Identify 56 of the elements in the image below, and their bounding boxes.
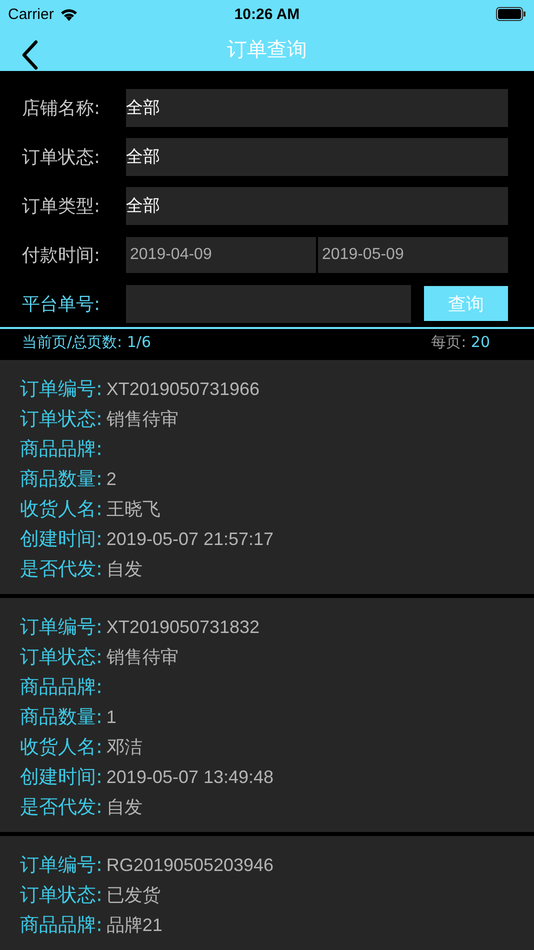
field-value: 王晓飞: [106, 498, 160, 521]
field-label: 订单编号:: [20, 853, 102, 878]
field-label: 订单状态:: [20, 645, 102, 670]
field-label: 订单编号:: [20, 377, 102, 402]
field-label: 商品品牌:: [20, 437, 102, 462]
field-value: RG20190505203946: [106, 854, 274, 876]
field-label: 订单状态:: [20, 883, 102, 908]
field-label: 订单状态:: [22, 146, 102, 169]
input-field[interactable]: [126, 284, 411, 323]
field-value: 自发: [106, 796, 142, 819]
battery-icon: [496, 7, 526, 21]
field-label: 订单状态:: [20, 407, 102, 432]
select-field[interactable]: 全部: [126, 88, 508, 127]
field-label: 创建时间:: [20, 765, 102, 790]
wifi-icon: [60, 8, 78, 20]
select-field[interactable]: 全部: [126, 186, 508, 225]
field-value: XT2019050731966: [106, 378, 260, 400]
field-value: 销售待审: [106, 408, 178, 431]
order-card[interactable]: 订单编号: XT2019050731966 订单状态: 销售待审 商品品牌: 商品数量: 2 收货人名: 王晓飞 创建时间: 2019-05-07 21:57:17 是否代发: 自发: [0, 360, 534, 594]
field-label: 商品数量:: [20, 705, 102, 730]
field-label: 收货人名:: [20, 735, 102, 760]
date-field[interactable]: 2019-04-09: [126, 236, 316, 273]
field-label: 商品品牌:: [20, 913, 102, 938]
field-label: 收货人名:: [20, 497, 102, 522]
field-value: 2019-05-07 21:57:17: [106, 528, 274, 550]
field-value: 1: [106, 706, 116, 728]
field-value: 2: [106, 468, 116, 490]
field-value: 已发货: [106, 884, 160, 907]
field-value: 邓洁: [106, 736, 142, 759]
field-label: 商品品牌:: [20, 675, 102, 700]
field-value: 自发: [106, 558, 142, 581]
field-value: 2019-05-07 13:49:48: [106, 766, 274, 788]
field-label: 是否代发:: [20, 557, 102, 582]
field-label: 商品数量:: [20, 467, 102, 492]
page-size-label: 每页:: [431, 333, 466, 352]
page-count: 1/6: [126, 333, 152, 352]
clock-text: 10:26 AM: [234, 6, 300, 22]
order-card[interactable]: 订单编号: RG20190505203946 订单状态: 已发货 商品品牌: 品牌21: [0, 836, 534, 950]
select-field[interactable]: 全部: [126, 138, 508, 176]
order-card[interactable]: 订单编号: XT2019050731832 订单状态: 销售待审 商品品牌: 商品数量: 1 收货人名: 邓洁 创建时间: 2019-05-07 13:49:48 是否代发: 自发: [0, 598, 534, 832]
field-label: 店铺名称:: [22, 96, 102, 120]
date-field[interactable]: 2019-05-09: [318, 236, 508, 273]
field-label: 付款时间:: [22, 244, 102, 267]
field-label: 订单类型:: [22, 194, 102, 218]
page-size: 20: [470, 333, 490, 352]
field-value: 销售待审: [106, 646, 178, 669]
page-title: 订单查询: [227, 36, 307, 63]
chevron-left-icon: [22, 40, 38, 70]
field-label: 创建时间:: [20, 527, 102, 552]
field-label: 订单编号:: [20, 615, 102, 640]
page-label: 当前页/总页数:: [22, 333, 122, 352]
field-label: 是否代发:: [20, 795, 102, 820]
carrier-text: Carrier: [8, 6, 54, 22]
field-value: 品牌21: [106, 914, 162, 937]
field-label: 平台单号:: [22, 292, 102, 316]
field-value: XT2019050731832: [106, 616, 260, 638]
